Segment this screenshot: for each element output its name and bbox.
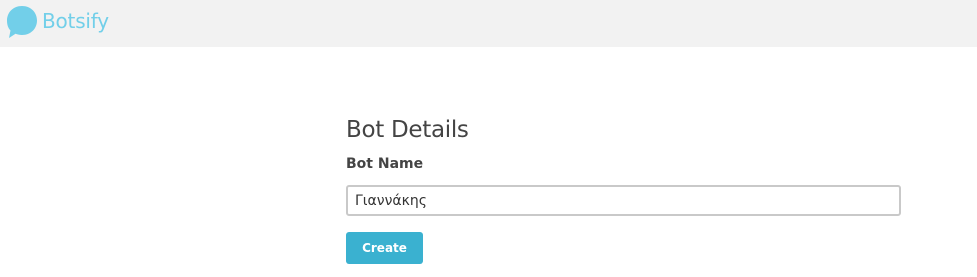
logo-text: Botsify — [42, 9, 109, 33]
bot-name-input[interactable] — [346, 185, 901, 216]
bot-details-form: Bot Details Bot Name Create — [346, 114, 902, 264]
page-title: Bot Details — [346, 117, 469, 143]
bot-name-label: Bot Name — [346, 156, 424, 172]
top-bar: Botsify — [0, 0, 977, 47]
create-button[interactable]: Create — [346, 232, 423, 264]
logo[interactable]: Botsify — [4, 4, 109, 42]
speech-bubble-icon — [7, 6, 37, 38]
